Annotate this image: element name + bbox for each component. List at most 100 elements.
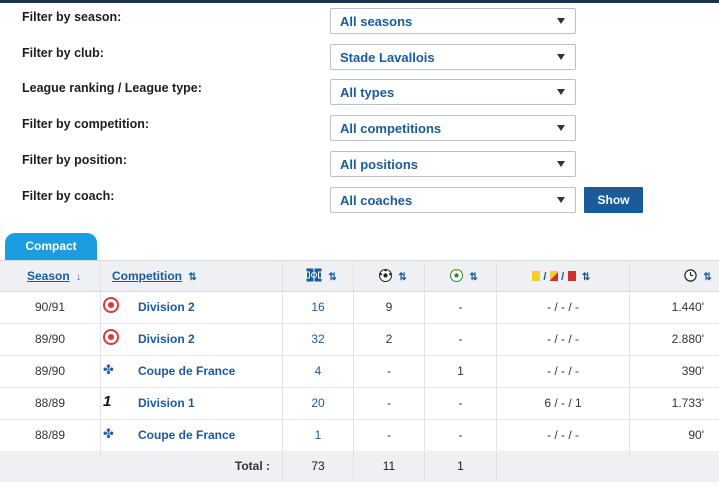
filter-season-label: Filter by season: [22,10,122,24]
cards-cell: - / - / - [547,428,579,442]
chevron-down-icon [557,18,565,24]
yellow-card-icon [532,271,540,281]
cards-column-header[interactable]: / / ⇅ [532,261,590,292]
cards-cell: - / - / - [547,332,579,346]
column-divider [100,260,101,456]
club-select[interactable]: Stade Lavallois [330,44,576,70]
competition-header-label: Competition [112,269,182,283]
season-select[interactable]: All seasons [330,8,576,34]
coupe-de-france-logo: ✤ [103,362,114,377]
goals-cell: - [387,396,391,410]
filter-club-label: Filter by club: [22,46,104,60]
league-type-select-value: All types [340,85,395,100]
table-row: 89/90 ✤ Coupe de France 4 - 1 - / - / - … [0,356,719,388]
competition-link[interactable]: Division 2 [138,324,195,355]
table-row: 88/89 1 Division 1 20 - - 6 / - / 1 1.73… [0,388,719,420]
yellow-red-card-icon [549,271,558,281]
season-select-value: All seasons [340,14,413,29]
filter-position-label: Filter by position: [22,153,127,167]
competition-select-value: All competitions [340,121,442,136]
filter-club-row: Filter by club: Stade Lavallois [22,44,702,70]
filter-league-type-label: League ranking / League type: [22,81,202,95]
tab-detailed[interactable]: Detailed [91,233,185,260]
competition-column-header[interactable]: Competition ⇅ [112,261,197,292]
season-cell: 88/89 [34,428,66,442]
table-row: 88/89 ✤ Coupe de France 1 - - - / - / - … [0,420,719,452]
minutes-cell: 90' [688,428,704,442]
appearances-column-header[interactable]: ⇅ [306,261,337,292]
ball-icon [379,269,392,282]
filter-coach-row: Filter by coach: All coaches Show [22,187,702,213]
total-appearances: 73 [311,459,325,473]
goals-column-header[interactable]: ⇅ [379,261,407,292]
cards-cell: - / - / - [547,364,579,378]
column-divider [496,260,497,480]
assists-cell: 1 [457,364,464,378]
sort-icon: ⇅ [188,272,197,283]
chevron-down-icon [557,89,565,95]
filter-position-row: Filter by position: All positions [22,151,702,177]
chevron-down-icon [557,197,565,203]
appearances-link[interactable]: 32 [283,324,353,355]
sort-icon: ⇅ [703,272,712,283]
division2-logo [103,297,121,315]
sort-icon: ⇅ [469,272,478,283]
cards-cell: 6 / - / 1 [544,396,582,410]
column-divider [282,260,283,480]
competition-link[interactable]: Division 1 [138,388,195,419]
minutes-cell: 390' [681,364,704,378]
appearances-link[interactable]: 4 [283,356,353,387]
column-divider [353,260,354,480]
table-header: Season ↓ Competition ⇅ ⇅ ⇅ ⇅ / / ⇅ ⇅ [0,260,719,292]
appearances-link[interactable]: 16 [283,292,353,323]
minutes-column-header[interactable]: ⇅ [684,261,712,292]
filter-coach-label: Filter by coach: [22,189,115,203]
red-card-icon [567,271,576,281]
league-type-select[interactable]: All types [330,79,576,105]
column-divider [424,260,425,480]
filter-competition-row: Filter by competition: All competitions [22,115,702,141]
assist-ball-icon [450,269,463,282]
show-button[interactable]: Show [584,187,643,213]
total-row: Total : 73 11 1 [0,451,719,482]
chevron-down-icon [557,125,565,131]
season-cell: 90/91 [34,300,66,314]
appearances-link[interactable]: 20 [283,388,353,419]
assists-cell: - [458,332,463,346]
top-bar [0,0,719,3]
filter-season-row: Filter by season: All seasons [22,8,702,34]
minutes-cell: 2.880' [671,332,704,346]
column-divider [629,260,630,456]
competition-link[interactable]: Coupe de France [138,420,235,451]
filter-competition-label: Filter by competition: [22,117,150,131]
assists-column-header[interactable]: ⇅ [450,261,478,292]
minutes-cell: 1.440' [671,300,704,314]
season-column-header[interactable]: Season ↓ [27,261,81,292]
goals-cell: - [387,428,391,442]
goals-cell: - [387,364,391,378]
chevron-down-icon [557,161,565,167]
coach-select-value: All coaches [340,193,413,208]
tab-compact[interactable]: Compact [5,233,97,260]
season-header-label: Season [27,269,70,283]
total-assists: 1 [457,459,464,473]
filter-league-type-row: League ranking / League type: All types [22,79,702,105]
view-tabs: Compact Detailed [5,233,405,261]
goals-cell: 2 [385,332,393,346]
sort-icon: ⇅ [328,272,337,283]
coach-select[interactable]: All coaches [330,187,576,213]
pitch-icon [306,268,322,282]
competition-link[interactable]: Division 2 [138,292,195,323]
competition-select[interactable]: All competitions [330,115,576,141]
competition-link[interactable]: Coupe de France [138,356,235,387]
position-select-value: All positions [340,157,418,172]
assists-cell: - [458,396,463,410]
total-goals: 11 [382,459,396,473]
coupe-de-france-logo: ✤ [103,426,114,441]
total-label: Total : [234,459,270,473]
division1-logo: 1 [103,393,112,410]
sort-icon: ⇅ [398,272,407,283]
season-cell: 89/90 [34,332,66,346]
position-select[interactable]: All positions [330,151,576,177]
appearances-link[interactable]: 1 [283,420,353,451]
